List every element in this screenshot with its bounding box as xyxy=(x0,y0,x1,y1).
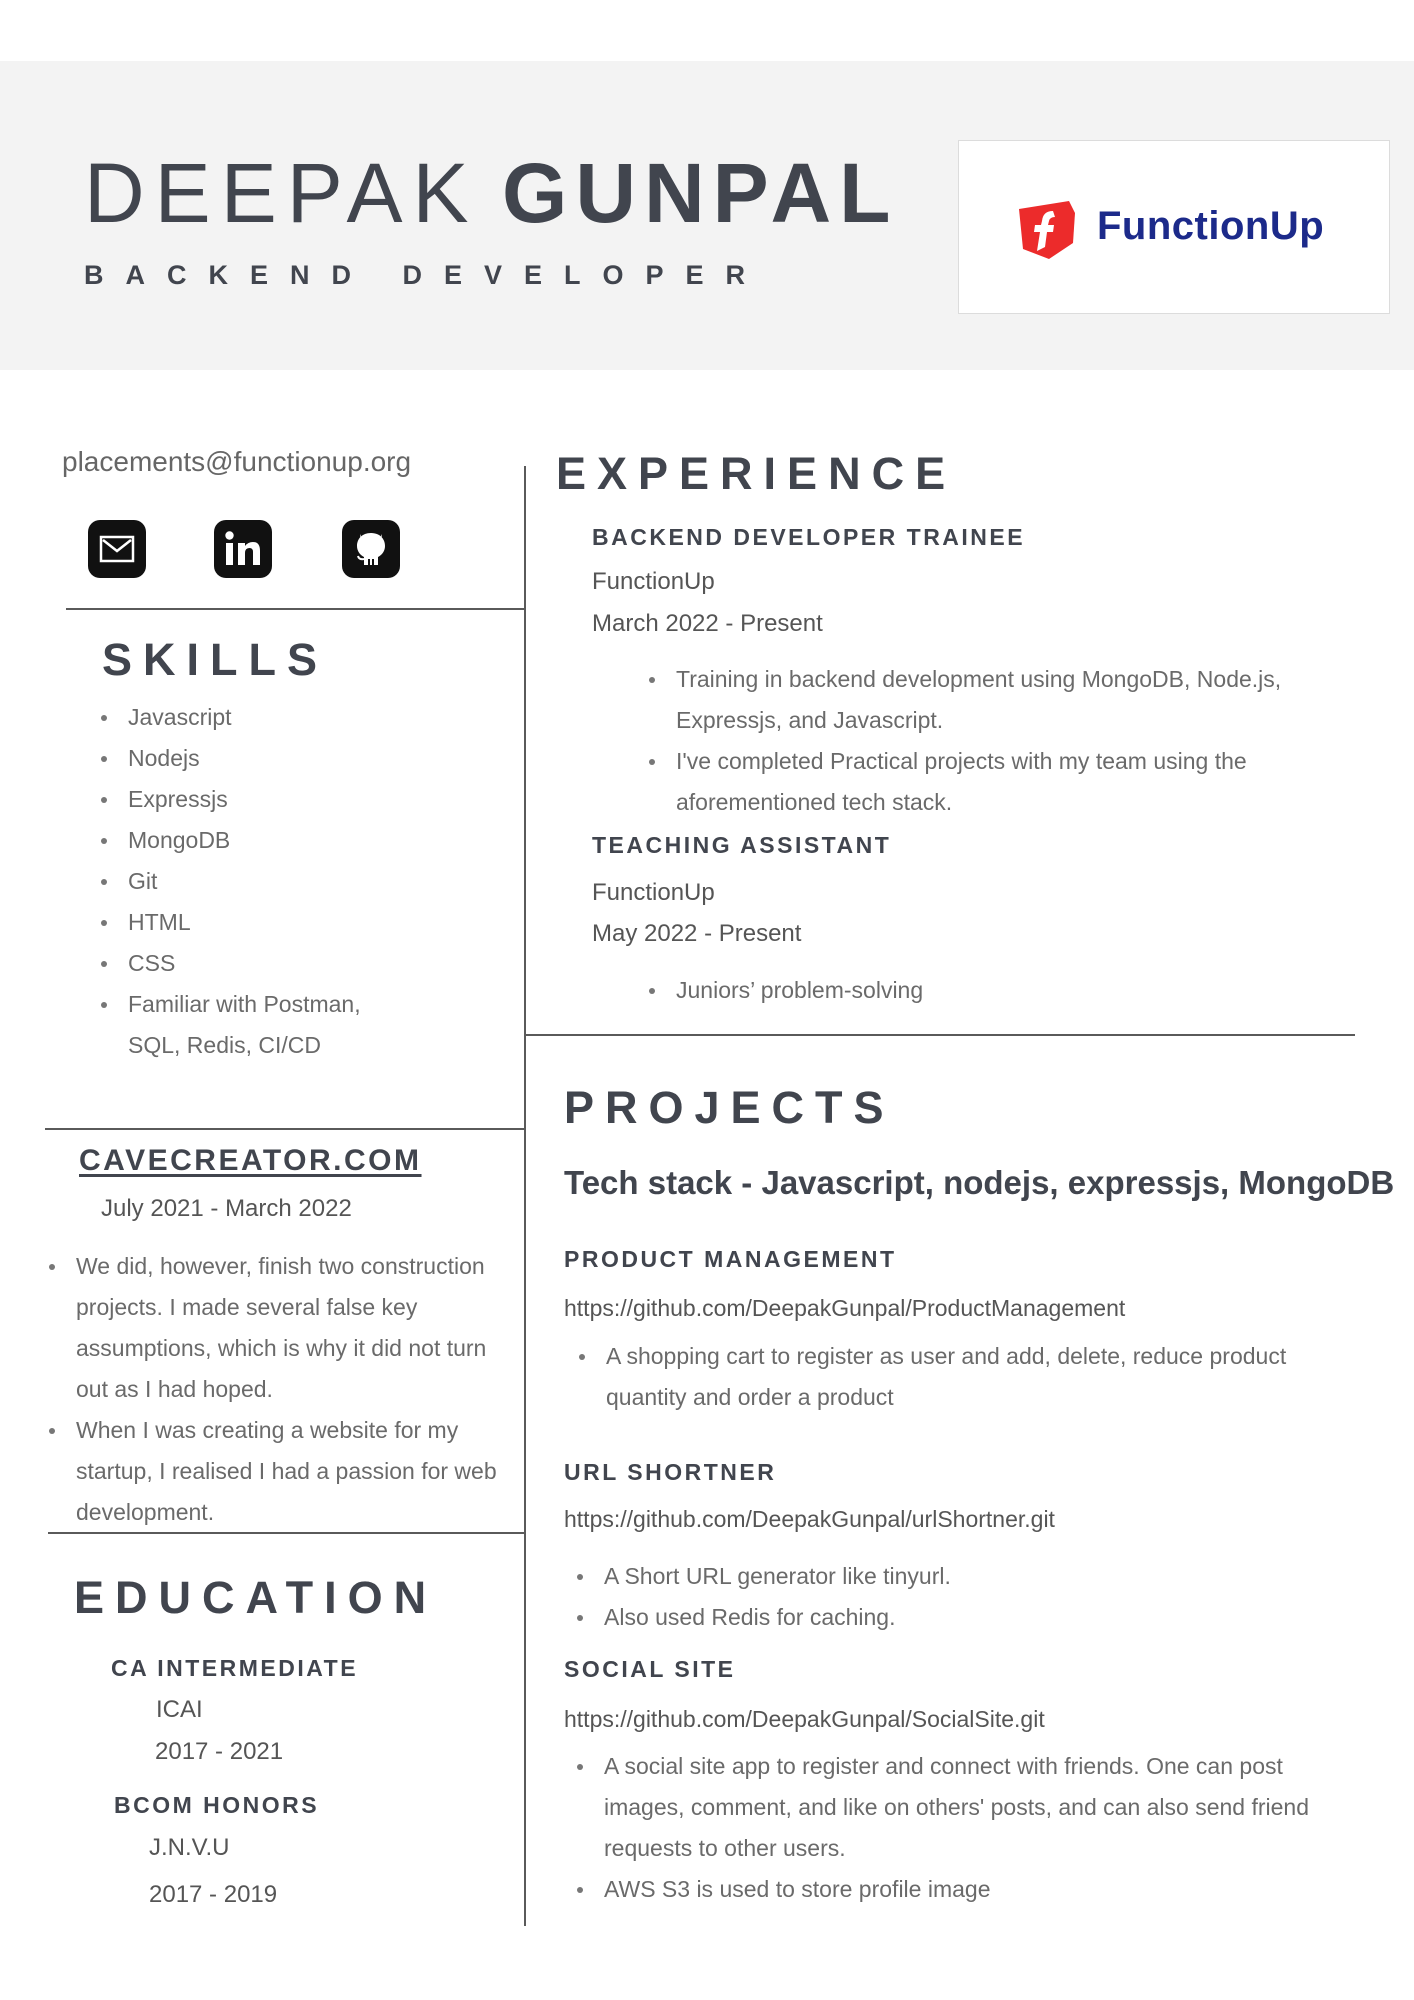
project-bullets: A social site app to register and connec… xyxy=(577,1746,1334,1910)
skill-item: Git xyxy=(101,861,361,902)
experience-dates: March 2022 - Present xyxy=(592,610,823,637)
functionup-logo-icon xyxy=(1019,201,1075,259)
cavecreator-bullets: We did, however, finish two construction… xyxy=(49,1246,506,1533)
project-name: SOCIAL SITE xyxy=(564,1656,736,1682)
skill-item: Familiar with Postman, xyxy=(101,984,361,1025)
project-bullet: A shopping cart to register as user and … xyxy=(579,1336,1326,1418)
project-bullet: AWS S3 is used to store profile image xyxy=(577,1869,1334,1910)
experience-company: FunctionUp xyxy=(592,879,715,906)
last-name: GUNPAL xyxy=(502,146,899,240)
project-name: PRODUCT MANAGEMENT xyxy=(564,1246,897,1272)
project-bullets: A shopping cart to register as user and … xyxy=(579,1336,1326,1418)
company-logo: FunctionUp xyxy=(958,140,1390,314)
project-name: URL SHORTNER xyxy=(564,1459,777,1485)
experience-dates: May 2022 - Present xyxy=(592,920,802,947)
first-name: DEEPAK xyxy=(84,146,479,240)
cavecreator-dates: July 2021 - March 2022 xyxy=(101,1195,352,1222)
education-years: 2017 - 2021 xyxy=(155,1738,284,1765)
mail-icon[interactable] xyxy=(88,520,146,578)
projects-title: PROJECTS xyxy=(564,1082,895,1133)
project-bullet: A Short URL generator like tinyurl. xyxy=(577,1556,1324,1597)
education-institution: ICAI xyxy=(156,1696,203,1723)
skill-item: Nodejs xyxy=(101,738,361,779)
experience-bullet: Juniors’ problem-solving xyxy=(649,970,1316,1011)
skill-item: Javascript xyxy=(101,697,361,738)
github-icon[interactable] xyxy=(342,520,400,578)
education-title: EDUCATION xyxy=(74,1572,438,1623)
divider-experience xyxy=(524,1034,1355,1036)
divider-contact xyxy=(66,608,525,610)
experience-role: TEACHING ASSISTANT xyxy=(592,832,892,858)
cavecreator-bullet: When I was creating a website for my sta… xyxy=(49,1410,506,1533)
skill-item-continued: SQL, Redis, CI/CD xyxy=(128,1032,321,1058)
experience-title: EXPERIENCE xyxy=(556,448,957,499)
divider-skills xyxy=(45,1128,525,1130)
project-bullet: Also used Redis for caching. xyxy=(577,1597,1324,1638)
job-title: BACKEND DEVELOPER xyxy=(84,260,768,290)
experience-bullets: Juniors’ problem-solving xyxy=(649,970,1316,1011)
education-years: 2017 - 2019 xyxy=(149,1881,278,1908)
logo-text: FunctionUp xyxy=(1097,204,1325,248)
experience-company: FunctionUp xyxy=(592,568,715,595)
linkedin-icon[interactable] xyxy=(214,520,272,578)
skills-list: Javascript Nodejs Expressjs MongoDB Git … xyxy=(101,697,361,1066)
cavecreator-link[interactable]: CAVECREATOR.COM xyxy=(79,1144,422,1178)
skill-item: Expressjs xyxy=(101,779,361,820)
skill-item: HTML xyxy=(101,902,361,943)
column-divider xyxy=(524,466,526,1926)
project-url[interactable]: https://github.com/DeepakGunpal/urlShort… xyxy=(564,1506,1055,1533)
project-url[interactable]: https://github.com/DeepakGunpal/ProductM… xyxy=(564,1295,1125,1322)
education-institution: J.N.V.U xyxy=(149,1834,230,1861)
cavecreator-bullet: We did, however, finish two construction… xyxy=(49,1246,506,1410)
skill-item: MongoDB xyxy=(101,820,361,861)
skills-title: SKILLS xyxy=(102,634,329,685)
contact-email[interactable]: placements@functionup.org xyxy=(62,446,411,478)
skill-item: CSS xyxy=(101,943,361,984)
education-degree: BCOM HONORS xyxy=(114,1792,320,1818)
experience-bullet: I've completed Practical projects with m… xyxy=(649,741,1316,823)
project-bullet: A social site app to register and connec… xyxy=(577,1746,1334,1869)
experience-bullets: Training in backend development using Mo… xyxy=(649,659,1316,823)
education-degree: CA INTERMEDIATE xyxy=(111,1655,359,1681)
tech-stack: Tech stack - Javascript, nodejs, express… xyxy=(564,1164,1395,1201)
experience-bullet: Training in backend development using Mo… xyxy=(649,659,1316,741)
project-bullets: A Short URL generator like tinyurl. Also… xyxy=(577,1556,1324,1638)
experience-role: BACKEND DEVELOPER TRAINEE xyxy=(592,524,1026,550)
project-url[interactable]: https://github.com/DeepakGunpal/SocialSi… xyxy=(564,1706,1045,1733)
